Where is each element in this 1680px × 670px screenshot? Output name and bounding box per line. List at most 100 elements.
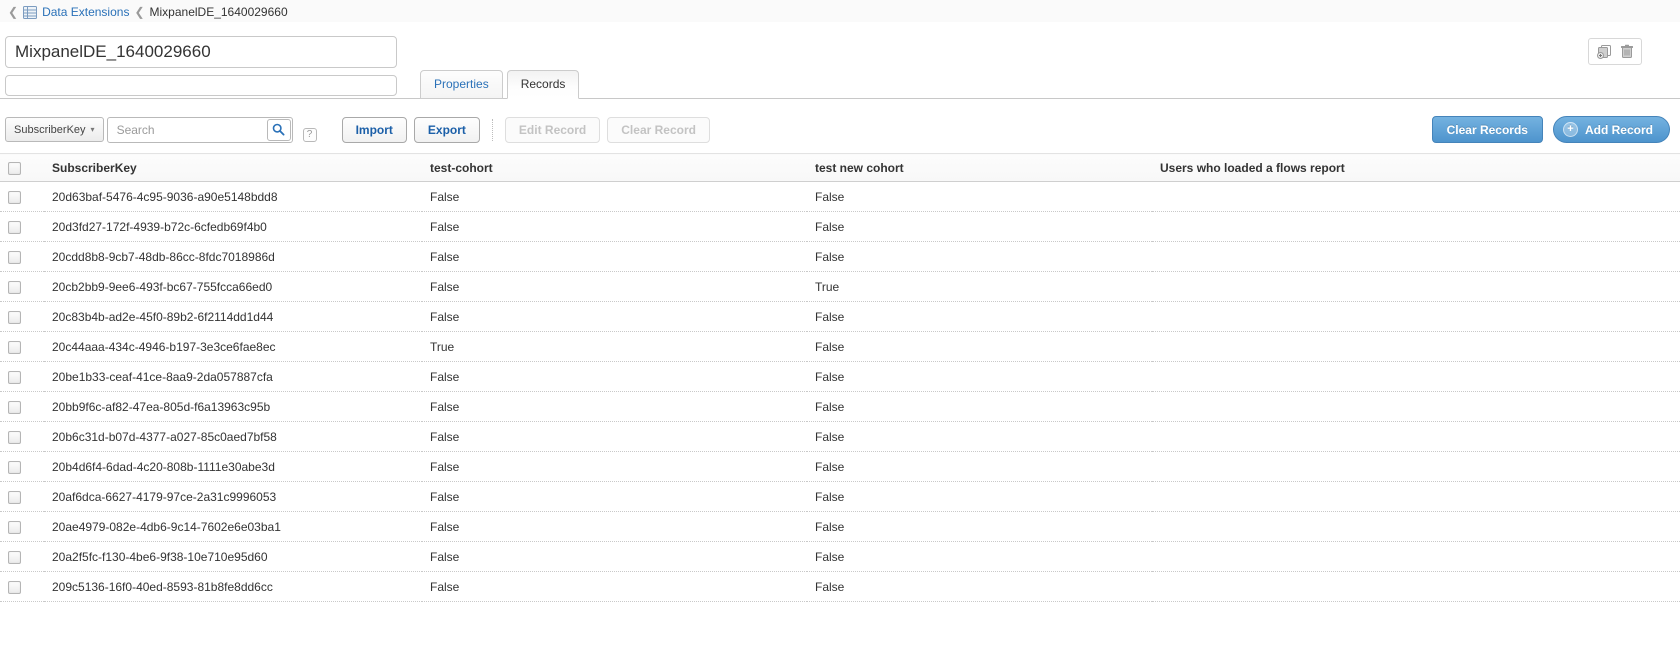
records-toolbar: SubscriberKey ▾ ? Import Export Edit Rec… — [0, 99, 1680, 153]
table-row[interactable]: 20d63baf-5476-4c95-9036-a90e5148bdd8 Fal… — [0, 182, 1680, 212]
search-input[interactable] — [107, 117, 293, 143]
row-checkbox[interactable] — [8, 341, 21, 354]
cell-flows-report — [1152, 242, 1680, 272]
back-chevron-icon[interactable]: ❮ — [8, 5, 18, 19]
field-selector-value: SubscriberKey — [14, 124, 86, 136]
breadcrumb-current: MixpanelDE_1640029660 — [150, 5, 288, 19]
search-wrap — [107, 117, 293, 143]
table-row[interactable]: 20b6c31d-b07d-4377-a027-85c0aed7bf58 Fal… — [0, 422, 1680, 452]
row-checkbox[interactable] — [8, 191, 21, 204]
cell-test-new-cohort: False — [807, 332, 1152, 362]
cell-test-cohort: False — [422, 512, 807, 542]
row-checkbox[interactable] — [8, 221, 21, 234]
row-checkbox[interactable] — [8, 371, 21, 384]
export-button[interactable]: Export — [414, 117, 480, 143]
table-row[interactable]: 20d3fd27-172f-4939-b72c-6cfedb69f4b0 Fal… — [0, 212, 1680, 242]
edit-record-button[interactable]: Edit Record — [505, 117, 600, 143]
cell-test-new-cohort: False — [807, 182, 1152, 212]
data-extension-grid-icon — [23, 6, 37, 19]
chevron-down-icon: ▾ — [91, 125, 95, 134]
row-checkbox[interactable] — [8, 431, 21, 444]
cell-subscriber-key: 209c5136-16f0-40ed-8593-81b8fe8dd6cc — [44, 572, 422, 602]
row-checkbox[interactable] — [8, 251, 21, 264]
cell-flows-report — [1152, 302, 1680, 332]
row-checkbox[interactable] — [8, 281, 21, 294]
column-header-test-cohort: test-cohort — [422, 154, 807, 182]
toolbar-left: SubscriberKey ▾ ? Import Export Edit Rec… — [5, 117, 710, 143]
search-icon — [272, 123, 285, 136]
copy-icon[interactable] — [1596, 44, 1612, 59]
cell-test-cohort: False — [422, 362, 807, 392]
help-icon[interactable]: ? — [303, 128, 317, 142]
header-actions — [1588, 38, 1642, 65]
cell-test-cohort: False — [422, 182, 807, 212]
toolbar-right: Clear Records + Add Record — [1432, 116, 1675, 143]
cell-flows-report — [1152, 452, 1680, 482]
cell-subscriber-key: 20ae4979-082e-4db6-9c14-7602e6e03ba1 — [44, 512, 422, 542]
row-checkbox[interactable] — [8, 491, 21, 504]
cell-subscriber-key: 20b4d6f4-6dad-4c20-808b-1111e30abe3d — [44, 452, 422, 482]
cell-subscriber-key: 20c83b4b-ad2e-45f0-89b2-6f2114dd1d44 — [44, 302, 422, 332]
row-checkbox[interactable] — [8, 581, 21, 594]
clear-records-button[interactable]: Clear Records — [1432, 116, 1543, 143]
add-record-label: Add Record — [1585, 123, 1653, 137]
tabs-bar: Properties Records — [0, 72, 1680, 99]
field-selector-dropdown[interactable]: SubscriberKey ▾ — [5, 117, 104, 142]
cell-subscriber-key: 20d63baf-5476-4c95-9036-a90e5148bdd8 — [44, 182, 422, 212]
table-row[interactable]: 20bb9f6c-af82-47ea-805d-f6a13963c95b Fal… — [0, 392, 1680, 422]
plus-icon: + — [1563, 122, 1578, 137]
cell-test-cohort: False — [422, 272, 807, 302]
name-input[interactable] — [5, 36, 397, 68]
row-checkbox[interactable] — [8, 401, 21, 414]
select-all-checkbox[interactable] — [8, 162, 21, 175]
breadcrumb: ❮ Data Extensions ❮ MixpanelDE_164002966… — [0, 0, 1680, 22]
cell-flows-report — [1152, 542, 1680, 572]
cell-test-cohort: False — [422, 302, 807, 332]
cell-test-cohort: False — [422, 212, 807, 242]
table-row[interactable]: 20cdd8b8-9cb7-48db-86cc-8fdc7018986d Fal… — [0, 242, 1680, 272]
cell-test-new-cohort: False — [807, 482, 1152, 512]
row-checkbox[interactable] — [8, 461, 21, 474]
table-row[interactable]: 20be1b33-ceaf-41ce-8aa9-2da057887cfa Fal… — [0, 362, 1680, 392]
table-row[interactable]: 209c5136-16f0-40ed-8593-81b8fe8dd6cc Fal… — [0, 572, 1680, 602]
table-row[interactable]: 20c83b4b-ad2e-45f0-89b2-6f2114dd1d44 Fal… — [0, 302, 1680, 332]
cell-flows-report — [1152, 482, 1680, 512]
cell-flows-report — [1152, 332, 1680, 362]
table-row[interactable]: 20ae4979-082e-4db6-9c14-7602e6e03ba1 Fal… — [0, 512, 1680, 542]
cell-subscriber-key: 20d3fd27-172f-4939-b72c-6cfedb69f4b0 — [44, 212, 422, 242]
records-table: SubscriberKey test-cohort test new cohor… — [0, 153, 1680, 602]
add-record-button[interactable]: + Add Record — [1553, 116, 1670, 143]
cell-flows-report — [1152, 182, 1680, 212]
row-checkbox[interactable] — [8, 551, 21, 564]
cell-test-new-cohort: False — [807, 302, 1152, 332]
table-row[interactable]: 20a2f5fc-f130-4be6-9f38-10e710e95d60 Fal… — [0, 542, 1680, 572]
table-row[interactable]: 20c44aaa-434c-4946-b197-3e3ce6fae8ec Tru… — [0, 332, 1680, 362]
cell-test-new-cohort: False — [807, 242, 1152, 272]
cell-subscriber-key: 20c44aaa-434c-4946-b197-3e3ce6fae8ec — [44, 332, 422, 362]
cell-test-new-cohort: False — [807, 572, 1152, 602]
cell-subscriber-key: 20b6c31d-b07d-4377-a027-85c0aed7bf58 — [44, 422, 422, 452]
delete-icon[interactable] — [1620, 44, 1634, 59]
tab-properties[interactable]: Properties — [420, 70, 503, 99]
cell-flows-report — [1152, 272, 1680, 302]
cell-flows-report — [1152, 392, 1680, 422]
tab-records[interactable]: Records — [507, 70, 580, 99]
import-button[interactable]: Import — [342, 117, 407, 143]
row-checkbox[interactable] — [8, 521, 21, 534]
row-checkbox[interactable] — [8, 311, 21, 324]
cell-test-new-cohort: False — [807, 422, 1152, 452]
cell-subscriber-key: 20cdd8b8-9cb7-48db-86cc-8fdc7018986d — [44, 242, 422, 272]
table-row[interactable]: 20cb2bb9-9ee6-493f-bc67-755fcca66ed0 Fal… — [0, 272, 1680, 302]
cell-flows-report — [1152, 512, 1680, 542]
clear-record-button[interactable]: Clear Record — [607, 117, 710, 143]
table-header-row: SubscriberKey test-cohort test new cohor… — [0, 154, 1680, 182]
table-row[interactable]: 20b4d6f4-6dad-4c20-808b-1111e30abe3d Fal… — [0, 452, 1680, 482]
cell-test-cohort: False — [422, 392, 807, 422]
search-button[interactable] — [267, 119, 291, 141]
cell-subscriber-key: 20a2f5fc-f130-4be6-9f38-10e710e95d60 — [44, 542, 422, 572]
breadcrumb-link-data-extensions[interactable]: Data Extensions — [42, 5, 129, 19]
table-row[interactable]: 20af6dca-6627-4179-97ce-2a31c9996053 Fal… — [0, 482, 1680, 512]
cell-subscriber-key: 20cb2bb9-9ee6-493f-bc67-755fcca66ed0 — [44, 272, 422, 302]
cell-test-cohort: False — [422, 422, 807, 452]
cell-subscriber-key: 20be1b33-ceaf-41ce-8aa9-2da057887cfa — [44, 362, 422, 392]
